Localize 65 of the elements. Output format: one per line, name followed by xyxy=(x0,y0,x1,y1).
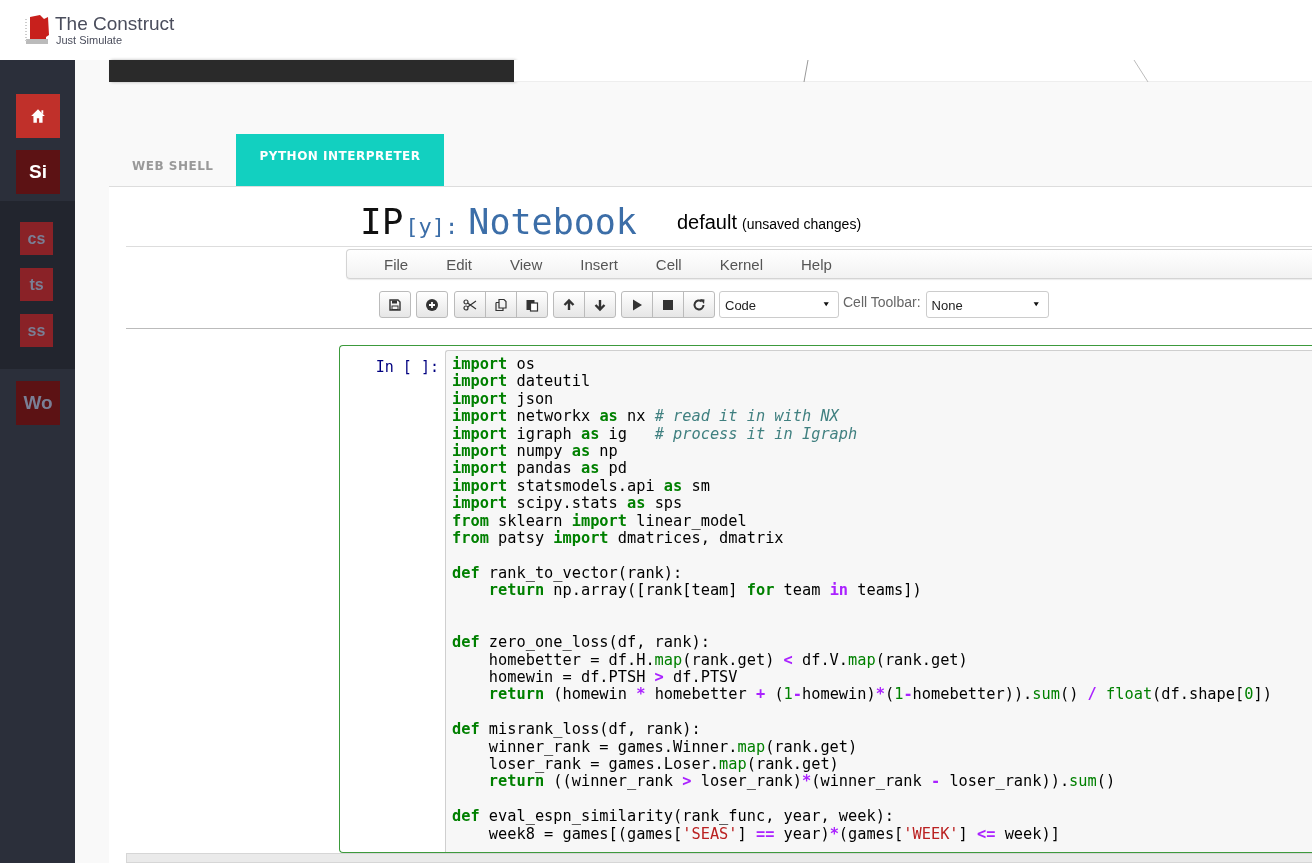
cell-toolbar-dropdown[interactable]: None xyxy=(925,291,1049,318)
scissors-icon xyxy=(463,297,477,312)
menu-item[interactable]: Help xyxy=(782,255,851,273)
menu-item[interactable]: Insert xyxy=(561,255,637,273)
paste-button[interactable] xyxy=(516,291,548,318)
play-icon xyxy=(630,297,644,312)
move-down-button[interactable] xyxy=(584,291,616,318)
stop-icon xyxy=(661,297,675,312)
code-line: import scipy.stats as sps xyxy=(452,495,684,513)
save-button[interactable] xyxy=(379,291,411,318)
run-button[interactable] xyxy=(621,291,653,318)
save-status: (unsaved changes) xyxy=(742,216,862,232)
code-line: import numpy as np xyxy=(452,442,618,461)
notebook-logo: IP[y]: Notebook xyxy=(360,201,637,242)
brand-title: The Construct xyxy=(55,14,175,34)
menu-item[interactable]: View xyxy=(491,255,562,273)
code-line: return (homewin * homebetter + (1-homewin)*(1-homebetter)).sum() / float(df.shape[0]) xyxy=(487,686,1273,704)
menu-item[interactable]: Cell xyxy=(636,255,701,273)
code-line: import pandas as pd xyxy=(452,460,628,478)
sidebar-item[interactable]: Si xyxy=(16,150,60,194)
menu-item[interactable]: File xyxy=(365,255,428,273)
menu-item[interactable]: Edit xyxy=(427,255,492,273)
scrollbar[interactable] xyxy=(126,853,1312,863)
code-line: def rank_to_vector(rank): xyxy=(452,564,684,583)
home-button[interactable] xyxy=(16,94,60,138)
code-line: loser_rank = games.Loser.map(rank.get) xyxy=(487,756,840,774)
code-line: def eval_espn_similarity(rank_func, year, week): xyxy=(452,808,896,826)
plus-icon xyxy=(425,297,439,312)
save-icon xyxy=(388,297,402,312)
input-prompt: In [ ]: xyxy=(374,357,440,378)
arrow-up-icon xyxy=(562,297,576,312)
code-line: import json xyxy=(452,390,555,408)
insert-cell-button[interactable] xyxy=(416,291,448,318)
code-line: def zero_one_loss(df, rank): xyxy=(452,634,711,652)
code-line: import os xyxy=(452,356,536,374)
restart-icon xyxy=(692,297,706,312)
paste-icon xyxy=(525,297,539,312)
restart-button[interactable] xyxy=(683,291,715,318)
menu-item[interactable]: Kernel xyxy=(700,255,782,273)
code-line: import dateutil xyxy=(452,373,592,391)
code-line: from patsy import dmatrices, dmatrix xyxy=(452,529,785,548)
code-line: def misrank_loss(df, rank): xyxy=(452,721,702,739)
code-line: homewin = df.PTSH > df.PTSV xyxy=(487,669,739,687)
code-line: from sklearn import linear_model xyxy=(452,512,748,530)
cell-toolbar-label: Cell Toolbar: xyxy=(843,294,921,310)
code-line: import statsmodels.api as sm xyxy=(452,477,711,495)
copy-icon xyxy=(494,297,508,312)
notebook-name[interactable]: default xyxy=(676,211,737,234)
copy-button[interactable] xyxy=(485,291,517,318)
code-line: homebetter = df.H.map(rank.get) < df.V.map(rank.get) xyxy=(487,651,969,670)
move-up-button[interactable] xyxy=(553,291,585,318)
chair-logo-icon xyxy=(24,13,52,47)
cell-type-dropdown[interactable]: Code xyxy=(719,291,839,318)
code-line: import networkx as nx # read it in with NX xyxy=(452,408,840,426)
code-line: return ((winner_rank > loser_rank)*(winner_rank - loser_rank)).sum() xyxy=(487,773,1117,791)
code-line: import igraph as ig # process it in Igraph xyxy=(452,425,859,443)
arrow-down-icon xyxy=(593,297,607,312)
code-line: week8 = games[(games['SEAS'] == year)*(games['WEEK'] <= week)] xyxy=(487,825,1061,843)
code-line: return np.array([rank[team] for team in teams]) xyxy=(487,582,923,600)
stop-button[interactable] xyxy=(652,291,684,318)
code-editor[interactable] xyxy=(445,350,1312,852)
cut-button[interactable] xyxy=(454,291,486,318)
home-icon xyxy=(30,108,46,124)
code-line: winner_rank = games.Winner.map(rank.get) xyxy=(487,738,859,756)
brand-tagline: Just Simulate xyxy=(56,34,124,46)
